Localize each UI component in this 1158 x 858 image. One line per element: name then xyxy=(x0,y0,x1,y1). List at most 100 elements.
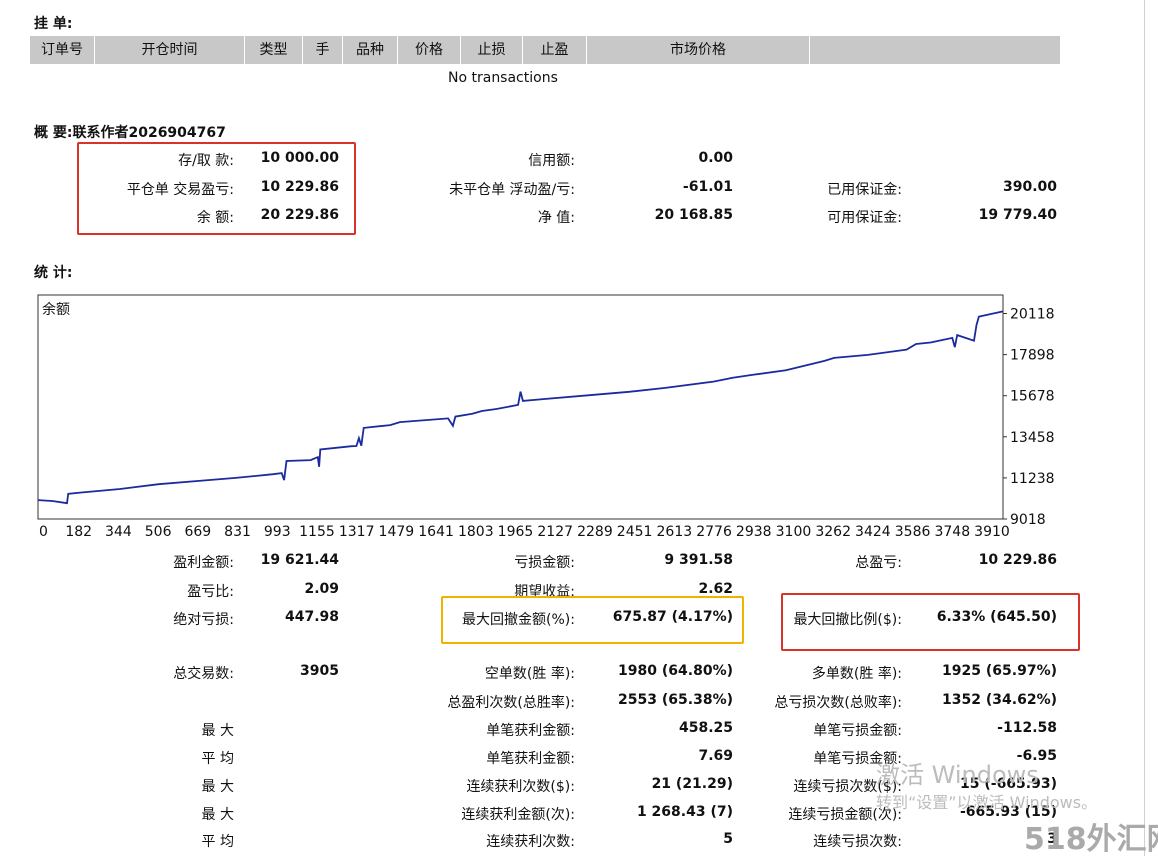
x-tick-label: 3910 xyxy=(974,524,1010,540)
stat-label: 连续获利次数: xyxy=(486,834,575,850)
summary-label: 已用保证金: xyxy=(827,182,902,198)
x-tick-label: 1641 xyxy=(418,524,454,540)
col-price[interactable]: 价格 xyxy=(398,36,461,64)
chart-x-ticks: 0 182 344 506 669 831 993 1155 1317 1479 1641 1803 1… xyxy=(39,524,1010,540)
col-stop-loss[interactable]: 止损 xyxy=(461,36,523,64)
stat-label: 空单数(胜 率): xyxy=(484,666,575,682)
stat-label: 平 均 xyxy=(201,834,234,850)
stat-label: 盈利金额: xyxy=(173,555,234,571)
col-symbol[interactable]: 品种 xyxy=(343,36,398,64)
stat-value: 3905 xyxy=(300,663,339,679)
site-logo: 518外汇网 xyxy=(1024,822,1158,857)
stat-label: 总盈利次数(总胜率): xyxy=(447,695,575,711)
col-order-id[interactable]: 订单号 xyxy=(30,36,95,64)
x-tick-label: 506 xyxy=(145,524,172,540)
x-tick-label: 1155 xyxy=(299,524,335,540)
x-tick-label: 831 xyxy=(224,524,251,540)
stat-value: 1352 (34.62%) xyxy=(942,692,1057,708)
col-lots[interactable]: 手 xyxy=(303,36,343,64)
chart-plot-area xyxy=(37,294,1004,520)
y-tick-label: 20118 xyxy=(1010,307,1055,323)
stat-value: 447.98 xyxy=(284,609,339,625)
stat-label: 单笔亏损金额: xyxy=(813,723,902,739)
col-take-profit[interactable]: 止盈 xyxy=(523,36,587,64)
x-tick-label: 1479 xyxy=(379,524,415,540)
x-tick-label: 3748 xyxy=(934,524,970,540)
balance-chart: 余额 20118 17898 15678 13458 11238 9018 0 182 344… xyxy=(37,294,1055,540)
col-open-time[interactable]: 开仓时间 xyxy=(95,36,245,64)
x-tick-label: 344 xyxy=(105,524,132,540)
y-tick-label: 15678 xyxy=(1010,389,1055,405)
x-tick-label: 2451 xyxy=(617,524,653,540)
highlight-box-max-drawdown xyxy=(441,596,744,644)
y-tick-label: 13458 xyxy=(1010,430,1055,446)
col-extra xyxy=(810,36,1060,64)
activation-watermark-hint: 转到“设置”以激活 Windows。 xyxy=(876,793,1098,812)
stat-value: 10 229.86 xyxy=(978,552,1057,568)
stat-label: 亏损金额: xyxy=(514,555,575,571)
stat-value: 21 (21.29) xyxy=(651,776,733,792)
col-type[interactable]: 类型 xyxy=(245,36,303,64)
highlight-box-balance xyxy=(77,142,356,235)
stat-label: 绝对亏损: xyxy=(173,612,234,628)
chart-title: 余额 xyxy=(42,301,70,318)
stat-value: -112.58 xyxy=(997,720,1057,736)
y-tick-label: 9018 xyxy=(1010,512,1046,528)
col-market-price[interactable]: 市场价格 xyxy=(587,36,810,64)
summary-value: 390.00 xyxy=(1002,179,1057,195)
activation-watermark-title: 激活 Windows xyxy=(876,761,1039,789)
stat-value: 9 391.58 xyxy=(664,552,733,568)
stat-label: 最 大 xyxy=(201,723,234,739)
x-tick-label: 2776 xyxy=(696,524,732,540)
stat-label: 单笔获利金额: xyxy=(486,751,575,767)
x-tick-label: 1317 xyxy=(339,524,375,540)
x-tick-label: 0 xyxy=(39,524,48,540)
summary-label: 信用额: xyxy=(528,153,575,169)
stats-title: 统 计: xyxy=(34,265,73,281)
stat-value: 2.09 xyxy=(304,581,339,597)
stat-value: 19 621.44 xyxy=(260,552,339,568)
stat-label: 最 大 xyxy=(201,779,234,795)
x-tick-label: 993 xyxy=(264,524,291,540)
highlight-box-max-drawdown-ratio xyxy=(781,593,1080,651)
stat-value: 1 268.43 (7) xyxy=(636,804,733,820)
x-tick-label: 3262 xyxy=(815,524,851,540)
stat-value: 2553 (65.38%) xyxy=(618,692,733,708)
x-tick-label: 669 xyxy=(184,524,211,540)
x-tick-label: 1965 xyxy=(498,524,534,540)
summary-label: 净 值: xyxy=(537,210,575,226)
x-tick-label: 2289 xyxy=(577,524,613,540)
stat-label: 单笔获利金额: xyxy=(486,723,575,739)
stat-label: 盈亏比: xyxy=(187,584,234,600)
x-tick-label: 3586 xyxy=(895,524,931,540)
x-tick-label: 2938 xyxy=(736,524,772,540)
no-transactions-text: No transactions xyxy=(448,70,558,86)
summary-label: 未平仓单 浮动盈/亏: xyxy=(449,182,575,198)
orders-table-header: 订单号 开仓时间 类型 手 品种 价格 止损 止盈 市场价格 xyxy=(30,36,1060,64)
scrollbar-track[interactable] xyxy=(1144,0,1145,856)
stat-value: 458.25 xyxy=(678,720,733,736)
stat-label: 总亏损次数(总败率): xyxy=(774,695,902,711)
summary-value: 0.00 xyxy=(698,150,733,166)
stat-value: 1980 (64.80%) xyxy=(618,663,733,679)
x-tick-label: 3424 xyxy=(855,524,891,540)
x-tick-label: 182 xyxy=(65,524,92,540)
y-tick-label: 11238 xyxy=(1010,471,1055,487)
stat-label: 最 大 xyxy=(201,807,234,823)
y-tick-label: 17898 xyxy=(1010,348,1055,364)
x-tick-label: 2613 xyxy=(657,524,693,540)
summary-value: -61.01 xyxy=(682,179,733,195)
summary-value: 19 779.40 xyxy=(978,207,1057,223)
stat-label: 总盈亏: xyxy=(855,555,902,571)
stat-label: 平 均 xyxy=(201,751,234,767)
stat-value: 1925 (65.97%) xyxy=(942,663,1057,679)
x-tick-label: 3100 xyxy=(776,524,812,540)
stat-value: 5 xyxy=(723,831,733,847)
stat-label: 连续获利金额(次): xyxy=(461,807,575,823)
stat-label: 连续亏损次数: xyxy=(813,834,902,850)
pending-title: 挂 单: xyxy=(34,16,73,32)
stat-label: 多单数(胜 率): xyxy=(811,666,902,682)
summary-value: 20 168.85 xyxy=(654,207,733,223)
x-tick-label: 2127 xyxy=(537,524,573,540)
stat-label: 总交易数: xyxy=(173,666,234,682)
